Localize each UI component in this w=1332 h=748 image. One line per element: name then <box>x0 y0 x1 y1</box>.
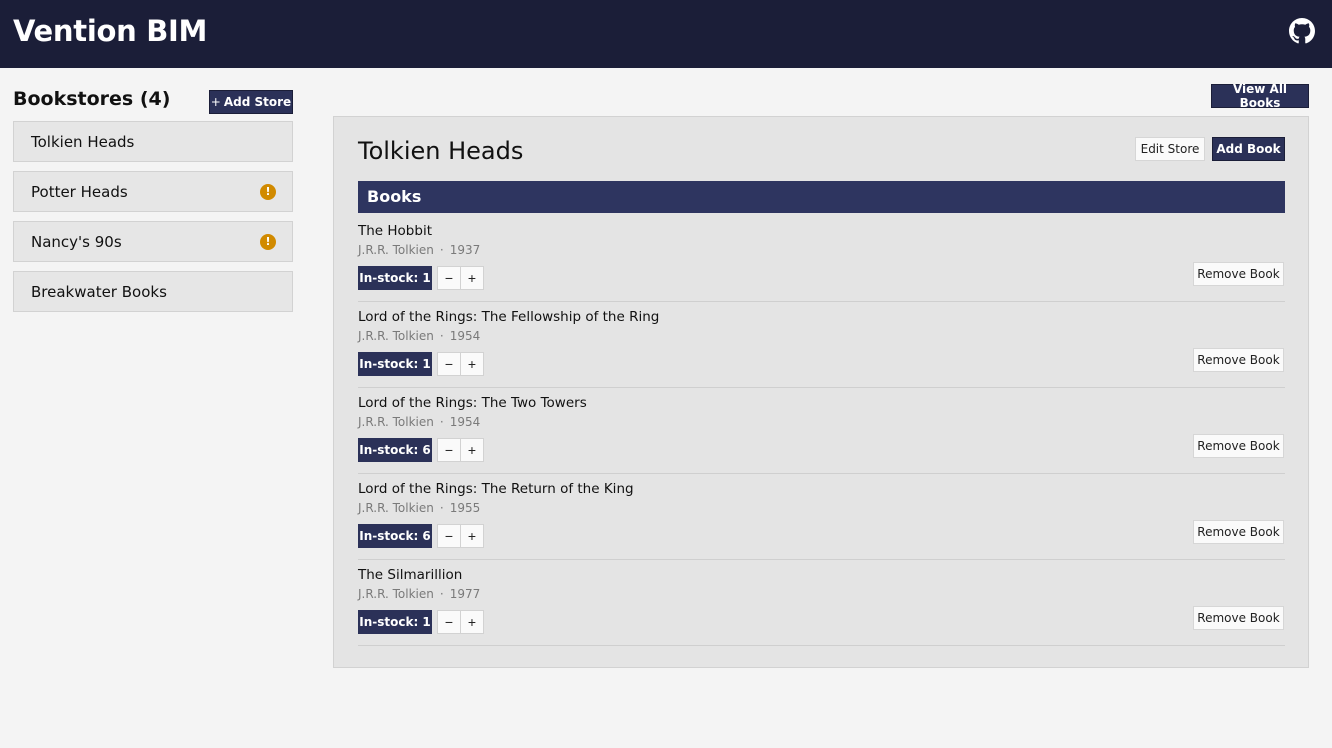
meta-separator: · <box>439 243 444 257</box>
book-title: Lord of the Rings: The Fellowship of the… <box>358 309 660 325</box>
increment-stock-button[interactable]: + <box>460 524 484 548</box>
book-meta: J.R.R. Tolkien · 1937 <box>358 243 480 257</box>
store-name: Potter Heads <box>31 183 128 201</box>
app-title: Vention BIM <box>13 14 208 48</box>
book-author: J.R.R. Tolkien <box>358 415 434 429</box>
book-meta: J.R.R. Tolkien · 1954 <box>358 415 480 429</box>
decrement-stock-button[interactable]: − <box>437 610 461 634</box>
decrement-stock-button[interactable]: − <box>437 438 461 462</box>
book-title: The Hobbit <box>358 223 432 239</box>
add-store-label: Add Store <box>223 95 292 109</box>
book-title: Lord of the Rings: The Return of the Kin… <box>358 481 634 497</box>
remove-book-button[interactable]: Remove Book <box>1193 520 1284 544</box>
stock-badge: In-stock: 1 <box>358 266 432 290</box>
stock-badge: In-stock: 1 <box>358 610 432 634</box>
increment-stock-button[interactable]: + <box>460 610 484 634</box>
store-item-nancys-90s[interactable]: Nancy's 90s ! <box>13 221 293 262</box>
edit-store-button[interactable]: Edit Store <box>1135 137 1205 161</box>
store-title: Tolkien Heads <box>358 137 524 165</box>
store-item-breakwater-books[interactable]: Breakwater Books <box>13 271 293 312</box>
meta-separator: · <box>439 329 444 343</box>
book-title: Lord of the Rings: The Two Towers <box>358 395 587 411</box>
books-header-bar: Books <box>358 181 1285 213</box>
decrement-stock-button[interactable]: − <box>437 352 461 376</box>
book-list: The Hobbit J.R.R. Tolkien · 1937 In-stock:… <box>358 216 1285 646</box>
book-meta: J.R.R. Tolkien · 1955 <box>358 501 480 515</box>
book-row: The Silmarillion J.R.R. Tolkien · 1977 In-… <box>358 560 1285 646</box>
books-header-label: Books <box>367 187 422 206</box>
book-row: Lord of the Rings: The Return of the Kin… <box>358 474 1285 560</box>
add-book-button[interactable]: Add Book <box>1212 137 1285 161</box>
book-year: 1954 <box>449 415 481 429</box>
view-all-books-button[interactable]: View All Books <box>1211 82 1309 110</box>
warning-icon: ! <box>260 234 276 250</box>
meta-separator: · <box>439 501 444 515</box>
increment-stock-button[interactable]: + <box>460 438 484 462</box>
book-row: The Hobbit J.R.R. Tolkien · 1937 In-stock:… <box>358 216 1285 302</box>
increment-stock-button[interactable]: + <box>460 352 484 376</box>
decrement-stock-button[interactable]: − <box>437 524 461 548</box>
meta-separator: · <box>439 587 444 601</box>
store-item-tolkien-heads[interactable]: Tolkien Heads <box>13 121 293 162</box>
book-year: 1977 <box>449 587 481 601</box>
store-name: Breakwater Books <box>31 283 167 301</box>
book-author: J.R.R. Tolkien <box>358 587 434 601</box>
store-panel: Tolkien Heads Edit Store Add Book Books … <box>333 116 1309 668</box>
store-name: Nancy's 90s <box>31 233 122 251</box>
bookstores-title: Bookstores (4) <box>13 88 171 110</box>
meta-separator: · <box>439 415 444 429</box>
remove-book-button[interactable]: Remove Book <box>1193 348 1284 372</box>
warning-icon: ! <box>260 184 276 200</box>
book-year: 1955 <box>449 501 481 515</box>
book-author: J.R.R. Tolkien <box>358 501 434 515</box>
remove-book-button[interactable]: Remove Book <box>1193 262 1284 286</box>
github-icon[interactable] <box>1289 18 1315 44</box>
add-store-button[interactable]: + Add Store <box>209 90 293 114</box>
book-meta: J.R.R. Tolkien · 1977 <box>358 587 480 601</box>
book-author: J.R.R. Tolkien <box>358 243 434 257</box>
remove-book-button[interactable]: Remove Book <box>1193 434 1284 458</box>
book-row: Lord of the Rings: The Fellowship of the… <box>358 302 1285 388</box>
stock-badge: In-stock: 6 <box>358 438 432 462</box>
stock-badge: In-stock: 1 <box>358 352 432 376</box>
book-title: The Silmarillion <box>358 567 463 583</box>
stock-badge: In-stock: 6 <box>358 524 432 548</box>
book-year: 1954 <box>449 329 481 343</box>
store-name: Tolkien Heads <box>31 133 135 151</box>
store-list: Tolkien Heads Potter Heads ! Nancy's 90s… <box>13 121 293 321</box>
sidebar-header: Bookstores (4) + Add Store <box>13 88 293 114</box>
top-bar: Vention BIM <box>0 0 1332 68</box>
plus-icon: + <box>210 95 221 109</box>
remove-book-button[interactable]: Remove Book <box>1193 606 1284 630</box>
book-row: Lord of the Rings: The Two Towers J.R.R.… <box>358 388 1285 474</box>
book-author: J.R.R. Tolkien <box>358 329 434 343</box>
decrement-stock-button[interactable]: − <box>437 266 461 290</box>
store-item-potter-heads[interactable]: Potter Heads ! <box>13 171 293 212</box>
increment-stock-button[interactable]: + <box>460 266 484 290</box>
book-year: 1937 <box>449 243 481 257</box>
book-meta: J.R.R. Tolkien · 1954 <box>358 329 480 343</box>
